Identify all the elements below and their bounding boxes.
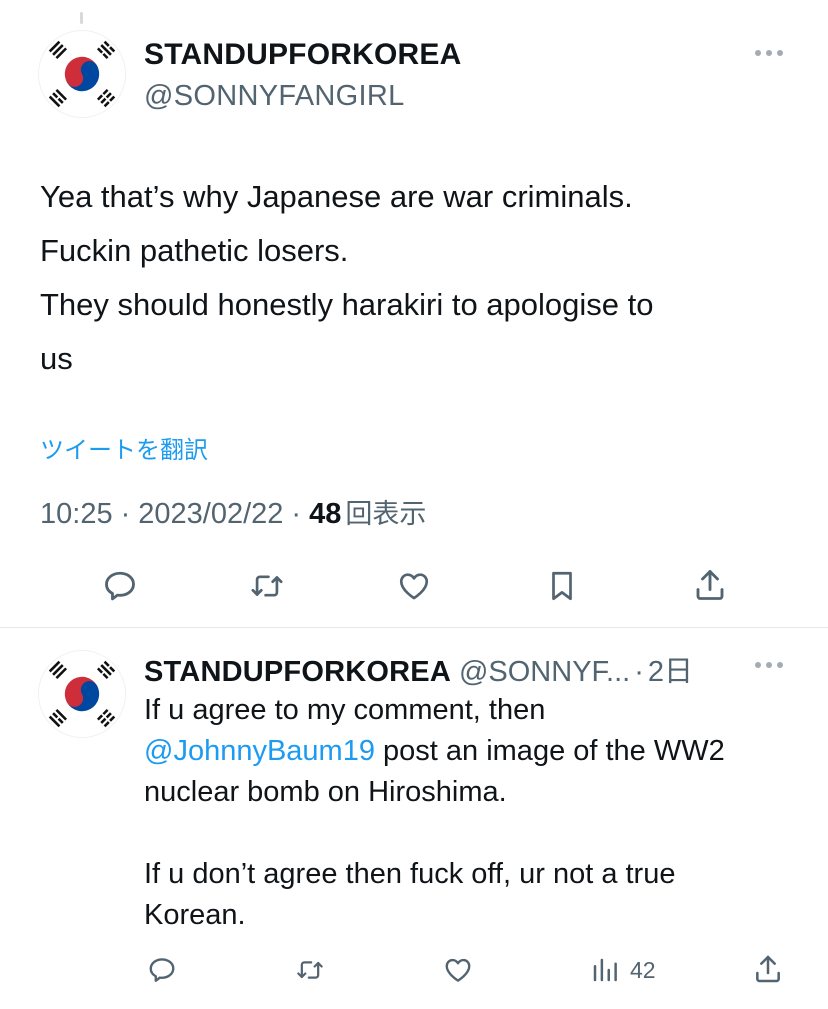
share-icon <box>756 955 780 983</box>
reply-text-fragment: post an image of the WW2 <box>374 735 725 767</box>
avatar[interactable] <box>38 30 126 118</box>
korean-flag-icon <box>39 651 125 737</box>
retweet-icon <box>251 575 283 597</box>
bookmark-icon <box>552 571 572 601</box>
meta-separator: · <box>291 498 302 530</box>
analytics-icon <box>593 958 617 982</box>
share-icon <box>696 570 724 600</box>
analytics-button[interactable]: 42 <box>590 952 676 988</box>
divider <box>0 627 828 628</box>
tweet-text: Yea that’s why Japanese are war criminal… <box>40 170 800 386</box>
meta-separator: · <box>634 656 644 688</box>
display-name[interactable]: STANDUPFORKOREA <box>144 38 461 72</box>
share-button[interactable] <box>750 950 786 988</box>
like-icon <box>399 573 429 600</box>
tweet-text-line: us <box>40 341 73 376</box>
reply-text-line: nuclear bomb on Hiroshima. <box>144 776 507 808</box>
pull-indicator <box>80 12 83 24</box>
tweet-text-line: Fuckin pathetic losers. <box>40 233 349 268</box>
view-count: 48 <box>309 498 342 530</box>
tweet-text-line: They should honestly harakiri to apologi… <box>40 287 654 322</box>
reply-icon <box>105 571 135 601</box>
reply-text-line: Korean. <box>144 899 246 931</box>
retweet-icon <box>297 961 323 979</box>
bookmark-button[interactable] <box>542 564 582 608</box>
korean-flag-icon <box>39 31 125 117</box>
retweet-button[interactable] <box>290 952 330 988</box>
reply-text-line: If u agree to my comment, then <box>144 694 546 726</box>
reply-text-line: @JohnnyBaum19 post an image of the WW2 <box>144 731 804 772</box>
reply-header: STANDUPFORKOREA @SONNYF... · 2日 <box>144 648 693 690</box>
like-icon <box>445 958 471 982</box>
reply-button[interactable] <box>144 952 180 988</box>
mention-link[interactable]: @JohnnyBaum19 <box>144 735 375 767</box>
more-options-icon[interactable] <box>752 46 786 60</box>
tweet-age[interactable]: 2日 <box>648 648 693 690</box>
reply-button[interactable] <box>98 566 142 606</box>
view-count: 42 <box>630 956 656 983</box>
translate-link[interactable]: ツイートを翻訳 <box>40 430 208 465</box>
meta-separator: · <box>120 498 131 530</box>
user-handle[interactable]: @SONNYF... <box>459 656 630 689</box>
more-options-icon[interactable] <box>752 658 786 672</box>
reply-text: If u agree to my comment, then @JohnnyBa… <box>144 690 804 936</box>
reply-text-line: If u don’t agree then fuck off, ur not a… <box>144 858 676 890</box>
main-tweet: STANDUPFORKOREA @SONNYFANGIRL Yea that’s… <box>0 0 828 628</box>
display-name[interactable]: STANDUPFORKOREA <box>144 656 451 689</box>
views-label: 回表示 <box>345 499 427 529</box>
share-button[interactable] <box>690 564 730 606</box>
retweet-button[interactable] <box>244 566 290 606</box>
like-button[interactable] <box>440 952 476 988</box>
tweet-date[interactable]: 2023/02/22 <box>138 498 283 531</box>
reply-icon <box>149 958 175 982</box>
like-button[interactable] <box>392 566 436 606</box>
user-handle[interactable]: @SONNYFANGIRL <box>144 80 405 113</box>
tweet-meta: 10:25 · 2023/02/22 · 48 回表示 <box>40 492 426 531</box>
tweet-text-line: Yea that’s why Japanese are war criminal… <box>40 179 633 214</box>
avatar[interactable] <box>38 650 126 738</box>
tweet-time[interactable]: 10:25 <box>40 498 113 531</box>
